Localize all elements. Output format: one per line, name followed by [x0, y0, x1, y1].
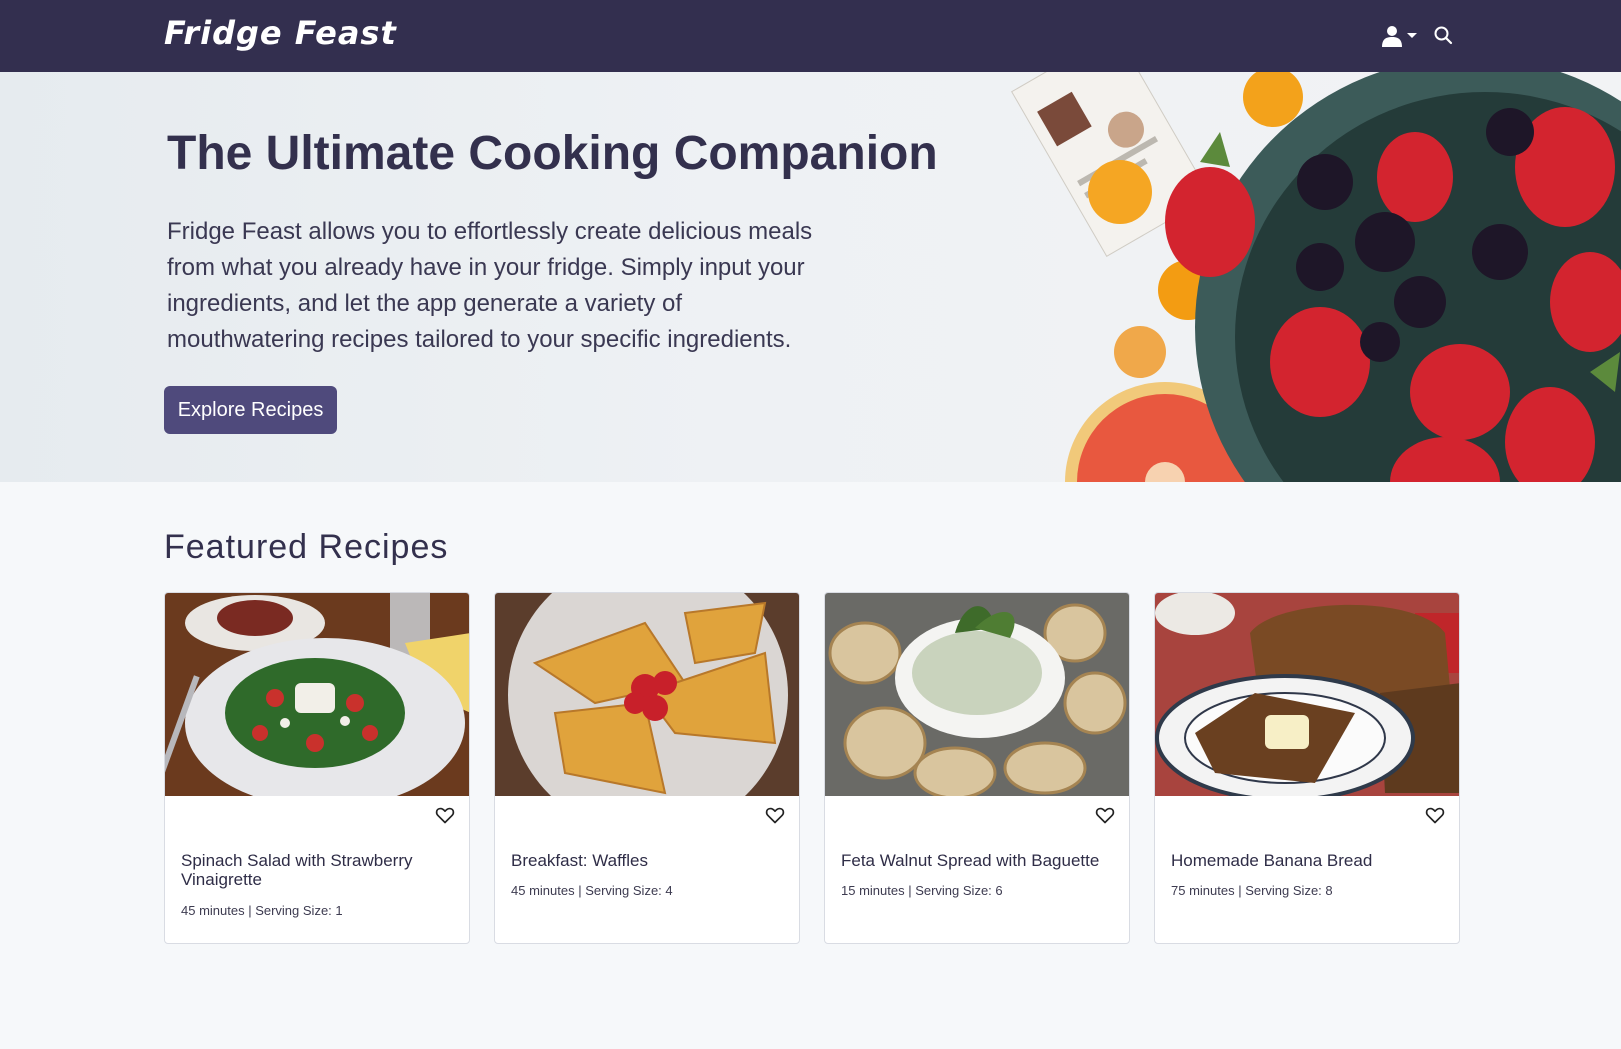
recipe-meta: 45 minutes | Serving Size: 1: [181, 903, 343, 918]
favorite-button[interactable]: [1425, 805, 1449, 829]
recipe-title[interactable]: Breakfast: Waffles: [511, 851, 781, 870]
recipe-meta: 75 minutes | Serving Size: 8: [1171, 883, 1333, 898]
recipe-meta: 15 minutes | Serving Size: 6: [841, 883, 1003, 898]
recipe-title[interactable]: Spinach Salad with Strawberry Vinaigrett…: [181, 851, 451, 889]
recipe-title[interactable]: Homemade Banana Bread: [1171, 851, 1441, 870]
recipe-image: [825, 593, 1129, 796]
recipe-card[interactable]: Breakfast: Waffles 45 minutes | Serving …: [494, 592, 800, 944]
fruit-bowl-image: [1011, 72, 1621, 482]
featured-recipes-heading: Featured Recipes: [164, 528, 449, 566]
recipe-title[interactable]: Feta Walnut Spread with Baguette: [841, 851, 1111, 870]
caret-down-icon: [1407, 33, 1417, 38]
recipe-image: [495, 593, 799, 796]
recipe-image: [1155, 593, 1459, 796]
hero-description: Fridge Feast allows you to effortlessly …: [167, 218, 813, 353]
recipe-card[interactable]: Homemade Banana Bread 75 minutes | Servi…: [1154, 592, 1460, 944]
hero-banner: The Ultimate Cooking Companion Fridge Fe…: [0, 72, 1621, 482]
hero-title: The Ultimate Cooking Companion: [167, 127, 938, 180]
brand-logo[interactable]: Fridge Feast: [164, 14, 397, 52]
search-button[interactable]: [1432, 24, 1456, 48]
favorite-button[interactable]: [765, 805, 789, 829]
recipe-card[interactable]: Feta Walnut Spread with Baguette 15 minu…: [824, 592, 1130, 944]
explore-recipes-button[interactable]: Explore Recipes: [164, 386, 337, 434]
heart-outline-icon: [1095, 807, 1115, 824]
heart-outline-icon: [765, 807, 785, 824]
favorite-button[interactable]: [1095, 805, 1119, 829]
favorite-button[interactable]: [435, 805, 459, 829]
recipe-card[interactable]: Spinach Salad with Strawberry Vinaigrett…: [164, 592, 470, 944]
heart-outline-icon: [435, 807, 455, 824]
search-icon: [1434, 26, 1453, 45]
heart-outline-icon: [1425, 807, 1445, 824]
recipe-image: [165, 593, 469, 796]
top-navbar: Fridge Feast: [0, 0, 1621, 72]
recipe-meta: 45 minutes | Serving Size: 4: [511, 883, 673, 898]
user-menu-button[interactable]: [1382, 22, 1418, 50]
user-icon: [1382, 26, 1402, 47]
